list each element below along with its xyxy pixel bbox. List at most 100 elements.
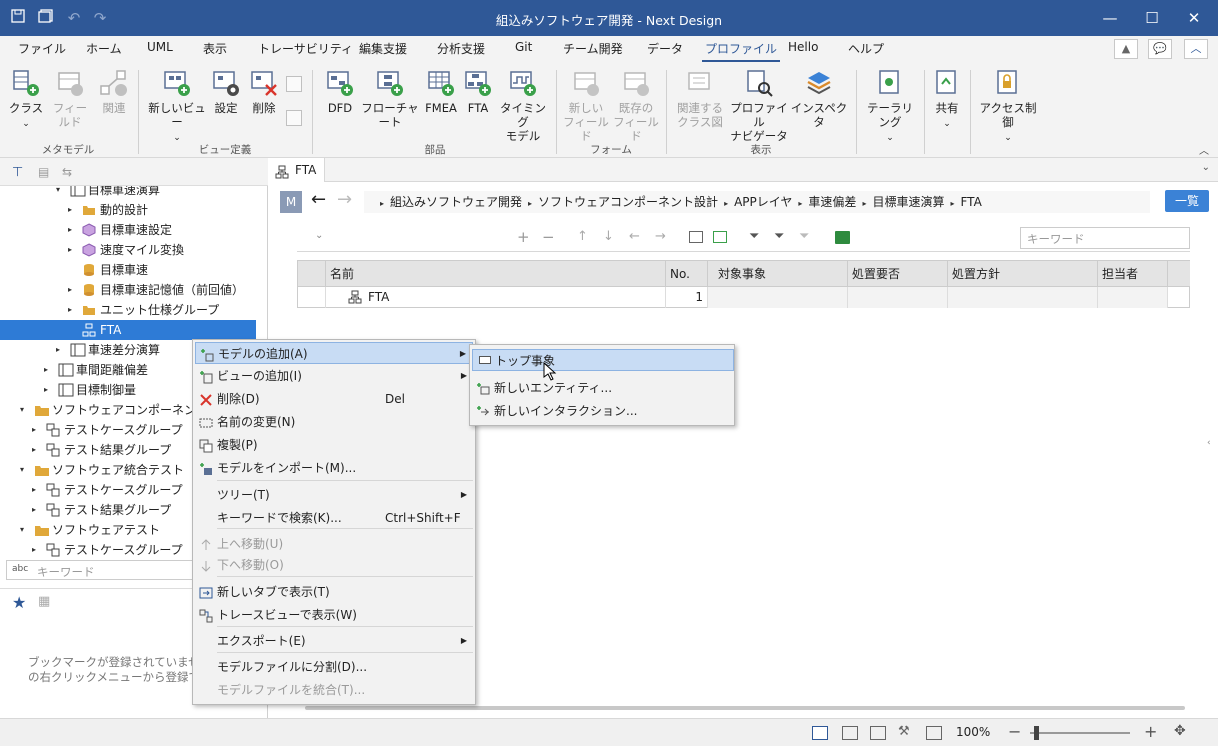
folder-icon[interactable]: ▦ (38, 594, 50, 609)
layout-split-h-icon[interactable] (842, 726, 858, 740)
relation-button[interactable]: 関連 (97, 68, 131, 115)
menu-home[interactable]: ホーム (86, 40, 122, 57)
list-view-button[interactable]: 一覧 (1165, 190, 1209, 212)
ctx-merge-model-file[interactable]: モデルファイルを統合(T)... (195, 679, 473, 701)
remove-icon[interactable]: − (542, 228, 555, 246)
tree-item[interactable]: ▾ 目標車速演算 (0, 186, 256, 200)
fta-button[interactable]: FTA (462, 68, 494, 115)
ctx-delete[interactable]: 削除(D) Del (195, 388, 473, 410)
move-down-icon[interactable]: ↓ (603, 229, 614, 244)
chevron-up-icon[interactable]: ︿ (1199, 142, 1209, 157)
layout-single-icon[interactable] (812, 726, 828, 740)
row-handle[interactable] (298, 287, 326, 308)
excel-export-icon[interactable] (835, 231, 850, 244)
import-view-icon[interactable] (286, 76, 302, 92)
new-field-button[interactable]: 新しい フィールド (562, 68, 610, 143)
horizontal-scrollbar[interactable] (305, 706, 1185, 710)
ctx-move-up[interactable]: 上へ移動(U) (195, 533, 473, 555)
cell-action-policy[interactable] (948, 287, 1098, 308)
cell-assignee[interactable] (1098, 287, 1168, 308)
settings-button[interactable]: 設定 (210, 68, 242, 115)
timing-model-button[interactable]: タイミング モデル (498, 68, 548, 143)
breadcrumb-item[interactable]: FTA (960, 195, 981, 209)
menu-analysis-support[interactable]: 分析支援 (437, 40, 485, 57)
col-header-action-required[interactable]: 処置要否 (848, 261, 948, 287)
menu-team[interactable]: チーム開発 (563, 40, 623, 57)
submenu-top-event[interactable]: トップ事象 (472, 349, 734, 371)
tree-item[interactable]: ▸ 速度マイル変換 (0, 240, 256, 260)
account-icon[interactable]: ▲ (1114, 39, 1138, 59)
filter-icon[interactable]: ⏷ (749, 229, 759, 244)
access-control-button[interactable]: アクセス制御 ⌄ (976, 68, 1040, 145)
existing-field-button[interactable]: 既存の フィールド (612, 68, 660, 143)
inspector-button[interactable]: インスペクタ (790, 68, 848, 129)
cell-no[interactable]: 1 (666, 287, 708, 308)
flowchart-button[interactable]: フローチャート (360, 68, 420, 129)
ctx-export[interactable]: エクスポート(E) ▶ (195, 630, 473, 652)
chevron-right-icon[interactable]: ▸ (68, 220, 78, 240)
maximize-button[interactable]: ☐ (1132, 6, 1172, 30)
chevron-down-icon[interactable]: ▾ (20, 400, 30, 420)
menu-uml[interactable]: UML (147, 40, 173, 54)
clear-filter-icon[interactable]: ⏷ (799, 229, 809, 244)
grid-search-input[interactable]: キーワード (1020, 227, 1190, 249)
menu-profile[interactable]: プロファイル (701, 40, 781, 62)
side-panel-handle-icon[interactable]: ‹ (1207, 438, 1211, 448)
ctx-split-model-file[interactable]: モデルファイルに分割(D)... (195, 656, 473, 678)
chevron-right-icon[interactable]: ▸ (32, 540, 42, 560)
tree-item[interactable]: ▸ 目標車速記憶値（前回値） (0, 280, 256, 300)
ctx-duplicate[interactable]: 複製(P) (195, 434, 473, 456)
field-button[interactable]: フィールド (48, 68, 92, 129)
tree-item[interactable]: ▸ 目標車速設定 (0, 220, 256, 240)
add-icon[interactable]: + (517, 228, 530, 246)
chevron-right-icon[interactable]: ▸ (32, 440, 42, 460)
model-badge[interactable]: M (280, 191, 302, 213)
chevron-right-icon[interactable]: ▸ (32, 500, 42, 520)
tab-list-chevron-icon[interactable]: ⌄ (1202, 162, 1210, 173)
related-class-diagram-button[interactable]: 関連する クラス図 (674, 68, 726, 129)
col-header-name[interactable]: 名前 (326, 261, 666, 287)
ctx-keyword-search[interactable]: キーワードで検索(K)... Ctrl+Shift+F (195, 507, 473, 529)
move-right-icon[interactable]: → (655, 229, 666, 244)
chevron-right-icon[interactable]: ▸ (32, 420, 42, 440)
column-icon[interactable] (689, 231, 703, 243)
forward-arrow-icon[interactable]: → (337, 189, 352, 210)
star-icon[interactable]: ★ (12, 593, 26, 612)
profile-navigator-button[interactable]: プロファイル ナビゲータ (730, 68, 788, 143)
tailoring-button[interactable]: テーラリング ⌄ (862, 68, 918, 145)
ctx-rename[interactable]: 名前の変更(N) (195, 411, 473, 433)
fmea-button[interactable]: FMEA (424, 68, 458, 115)
menu-git[interactable]: Git (515, 40, 532, 54)
menu-hello[interactable]: Hello (788, 40, 818, 54)
chevron-right-icon[interactable]: ▸ (68, 300, 78, 320)
chevron-right-icon[interactable]: ▸ (68, 240, 78, 260)
chevron-down-icon[interactable]: ▾ (20, 520, 30, 540)
layout-tool-icon[interactable]: ⚒ (898, 724, 910, 739)
chevron-right-icon[interactable]: ▸ (68, 200, 78, 220)
close-button[interactable]: ✕ (1174, 6, 1214, 30)
layout-split-v-icon[interactable] (870, 726, 886, 740)
column-check-icon[interactable] (713, 231, 727, 243)
zoom-out-icon[interactable]: − (1008, 722, 1021, 741)
new-view-button[interactable]: 新しいビュー ⌄ (148, 68, 206, 145)
share-button[interactable]: 共有 ⌄ (930, 68, 964, 131)
chevron-right-icon[interactable]: ▸ (44, 380, 54, 400)
dfd-button[interactable]: DFD (322, 68, 358, 115)
collapse-ribbon-icon[interactable]: ︿ (1184, 39, 1208, 59)
menu-data[interactable]: データ (647, 40, 683, 57)
breadcrumb-item[interactable]: APPレイヤ (734, 195, 792, 209)
tree-view-icon[interactable]: ⊤ (12, 165, 28, 180)
tree-item[interactable]: FTA (0, 320, 256, 340)
col-header-action-policy[interactable]: 処置方針 (948, 261, 1098, 287)
feedback-icon[interactable]: 💬 (1148, 39, 1172, 59)
menu-view[interactable]: 表示 (203, 40, 227, 57)
chevron-down-icon[interactable]: ▾ (56, 186, 66, 200)
menu-traceability[interactable]: トレーサビリティ (258, 40, 353, 57)
tree-item[interactable]: 目標車速 (0, 260, 256, 280)
menu-help[interactable]: ヘルプ (848, 40, 884, 57)
breadcrumb-item[interactable]: 組込みソフトウェア開発 (390, 195, 522, 209)
screen-icon[interactable] (926, 726, 942, 740)
ctx-add-model[interactable]: モデルの追加(A) ▶ (195, 342, 473, 364)
table-row[interactable]: FTA (326, 287, 666, 308)
chevron-right-icon[interactable]: ▸ (68, 280, 78, 300)
